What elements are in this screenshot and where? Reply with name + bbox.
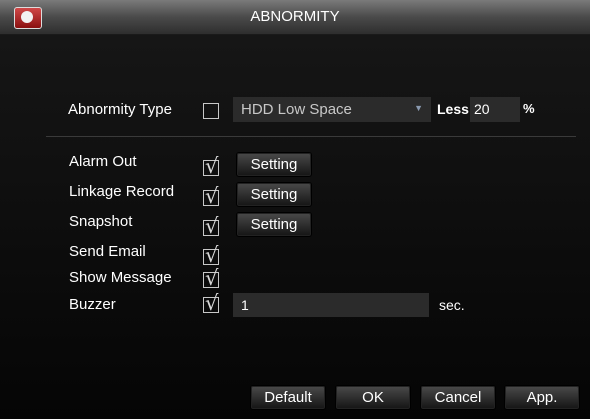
dropdown-arrow-icon: ▼ [414,103,423,113]
ok-button[interactable]: OK [335,385,411,410]
alarm-out-checkbox[interactable] [203,154,219,178]
apply-button[interactable]: App. [504,385,580,410]
snapshot-label: Snapshot [69,213,133,230]
show-message-checkbox[interactable] [203,266,219,290]
abnormity-type-value: HDD Low Space [241,101,352,118]
buzzer-duration-input[interactable]: 1 [233,293,429,317]
abnormity-type-checkbox[interactable] [203,103,219,119]
snapshot-setting-button[interactable]: Setting [236,212,312,237]
buzzer-unit-label: sec. [439,297,465,313]
default-button[interactable]: Default [250,385,326,410]
cancel-button[interactable]: Cancel [420,385,496,410]
abnormity-type-select[interactable]: HDD Low Space ▼ [233,97,431,122]
window-title: ABNORMITY [250,8,340,25]
abnormity-window: ABNORMITY Abnormity Type HDD Low Space ▼… [0,0,590,419]
alarm-out-setting-button[interactable]: Setting [236,152,312,177]
linkage-record-setting-button[interactable]: Setting [236,182,312,207]
buzzer-checkbox[interactable] [203,291,219,315]
percent-label: % [523,101,535,116]
linkage-record-label: Linkage Record [69,183,175,200]
buzzer-label: Buzzer [69,296,116,313]
less-label: Less [437,101,469,117]
show-message-label: Show Message [69,269,172,286]
linkage-record-checkbox[interactable] [203,184,219,208]
send-email-label: Send Email [69,243,146,260]
alarm-out-label: Alarm Out [69,153,137,170]
less-input[interactable]: 20 [470,97,520,122]
send-email-checkbox[interactable] [203,243,219,267]
title-bar: ABNORMITY [0,0,590,35]
abnormity-type-label: Abnormity Type [68,101,172,118]
content-area: Abnormity Type HDD Low Space ▼ Less 20 %… [0,35,590,419]
snapshot-checkbox[interactable] [203,214,219,238]
divider [46,136,576,137]
